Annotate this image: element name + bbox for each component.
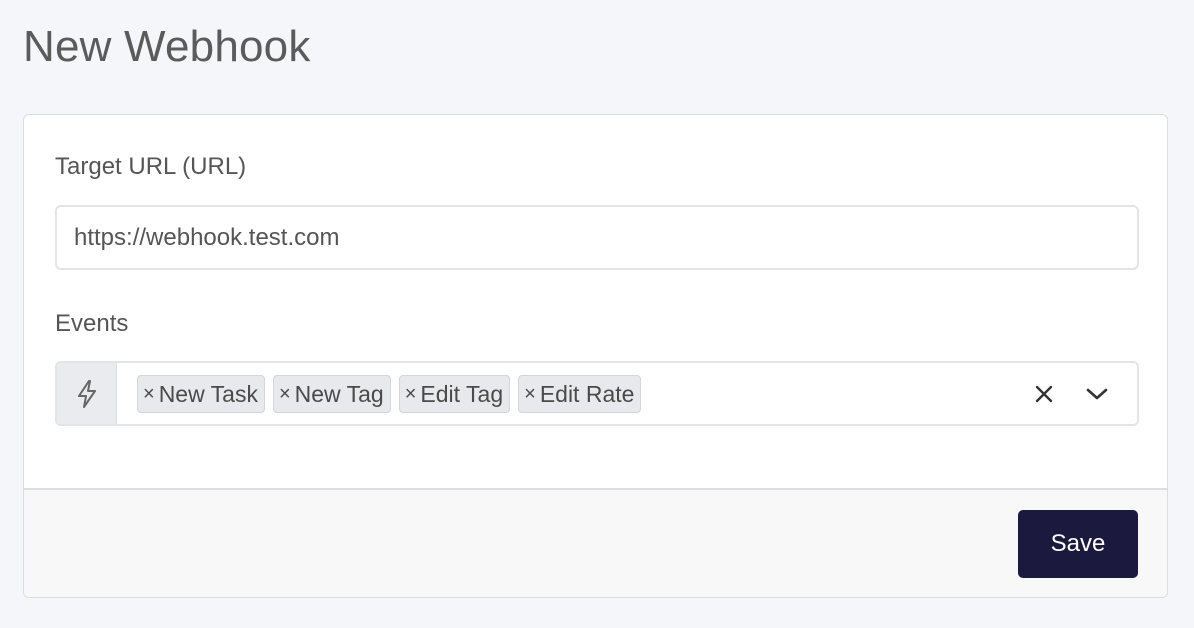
event-chip-new-task: × New Task: [137, 375, 265, 413]
chip-remove-icon[interactable]: ×: [524, 376, 536, 412]
events-multiselect[interactable]: × New Task × New Tag × Edit Tag × Edit R…: [55, 361, 1139, 426]
card-footer: Save: [24, 488, 1167, 597]
card-body: Target URL (URL) Events × New Task × New…: [24, 115, 1167, 488]
target-url-label: Target URL (URL): [55, 153, 247, 180]
chip-remove-icon[interactable]: ×: [279, 376, 291, 412]
page-title: New Webhook: [23, 22, 311, 71]
clear-x-icon[interactable]: [1029, 379, 1059, 409]
webhook-form-card: Target URL (URL) Events × New Task × New…: [23, 114, 1168, 598]
event-chip-edit-tag: × Edit Tag: [398, 375, 511, 413]
chip-remove-icon[interactable]: ×: [405, 376, 417, 412]
events-addon: [57, 363, 117, 424]
save-button[interactable]: Save: [1018, 510, 1138, 578]
chip-remove-icon[interactable]: ×: [143, 376, 155, 412]
event-chip-new-tag: × New Tag: [272, 375, 391, 413]
events-label: Events: [55, 310, 129, 337]
chip-label: New Task: [158, 381, 258, 407]
chip-label: New Tag: [294, 381, 384, 407]
event-chip-edit-rate: × Edit Rate: [518, 375, 642, 413]
selected-events: × New Task × New Tag × Edit Tag × Edit R…: [137, 375, 642, 413]
target-url-input[interactable]: [55, 205, 1139, 270]
chip-label: Edit Rate: [539, 381, 635, 407]
chip-label: Edit Tag: [420, 381, 504, 407]
chevron-down-icon[interactable]: [1082, 379, 1112, 409]
lightning-bolt-icon: [77, 379, 96, 408]
